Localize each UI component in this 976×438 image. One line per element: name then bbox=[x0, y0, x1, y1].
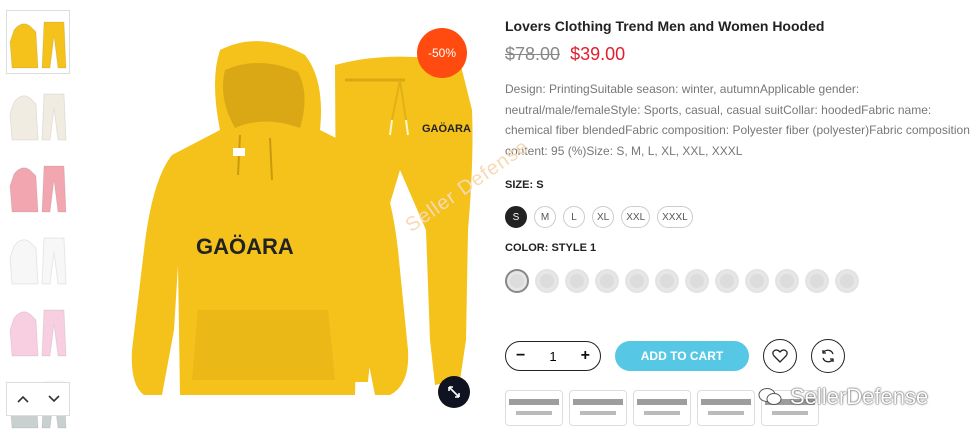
color-swatch[interactable] bbox=[535, 269, 559, 293]
payment-card-icon bbox=[633, 390, 691, 426]
price-row: $78.00 $39.00 bbox=[505, 44, 965, 65]
color-swatch[interactable] bbox=[835, 269, 859, 293]
color-label-text: COLOR: bbox=[505, 242, 549, 254]
thumbnail-light-pink[interactable] bbox=[6, 298, 70, 362]
payment-card-icon bbox=[761, 390, 819, 426]
color-swatch[interactable] bbox=[775, 269, 799, 293]
color-selected-value: STYLE 1 bbox=[551, 242, 597, 254]
color-swatch[interactable] bbox=[505, 269, 529, 293]
payment-card-icon bbox=[697, 390, 755, 426]
thumbnail-strip bbox=[6, 10, 72, 430]
color-swatch[interactable] bbox=[745, 269, 769, 293]
refresh-icon[interactable] bbox=[811, 339, 845, 373]
increase-quantity-button[interactable]: + bbox=[581, 347, 590, 365]
size-option-xxxl[interactable]: XXXL bbox=[657, 206, 693, 228]
old-price: $78.00 bbox=[505, 44, 561, 64]
sale-price: $39.00 bbox=[570, 44, 626, 64]
thumbnail-cream[interactable] bbox=[6, 82, 70, 146]
size-option-xl[interactable]: XL bbox=[592, 206, 615, 228]
quantity-stepper: − + bbox=[505, 341, 601, 371]
chevron-down-icon[interactable] bbox=[38, 383, 69, 415]
size-option-s[interactable]: S bbox=[505, 206, 527, 228]
product-details: Lovers Clothing Trend Men and Women Hood… bbox=[505, 14, 970, 426]
color-swatch[interactable] bbox=[565, 269, 589, 293]
color-swatches bbox=[505, 269, 859, 293]
thumbnail-yellow[interactable] bbox=[6, 10, 70, 74]
color-swatch[interactable] bbox=[595, 269, 619, 293]
cart-row: − + ADD TO CART bbox=[505, 339, 845, 373]
heart-icon[interactable] bbox=[763, 339, 797, 373]
color-swatch[interactable] bbox=[685, 269, 709, 293]
expand-icon[interactable] bbox=[438, 376, 470, 408]
add-to-cart-button[interactable]: ADD TO CART bbox=[615, 341, 749, 371]
decrease-quantity-button[interactable]: − bbox=[516, 347, 525, 365]
size-option-m[interactable]: M bbox=[534, 206, 556, 228]
product-title: Lovers Clothing Trend Men and Women Hood… bbox=[505, 18, 825, 34]
color-swatch[interactable] bbox=[715, 269, 739, 293]
size-label: SIZE: S bbox=[505, 179, 544, 191]
color-swatch[interactable] bbox=[655, 269, 679, 293]
size-options: S M L XL XXL XXXL bbox=[505, 206, 693, 228]
thumbnail-nav bbox=[6, 382, 70, 416]
thumbnail-pink[interactable] bbox=[6, 154, 70, 218]
discount-badge: -50% bbox=[417, 28, 467, 78]
color-swatch[interactable] bbox=[805, 269, 829, 293]
color-label: COLOR: STYLE 1 bbox=[505, 242, 596, 254]
size-selected-value: S bbox=[536, 179, 544, 191]
payment-card-icon bbox=[569, 390, 627, 426]
payment-card-icon bbox=[505, 390, 563, 426]
product-description: Design: PrintingSuitable season: winter,… bbox=[505, 82, 970, 158]
thumbnail-white[interactable] bbox=[6, 226, 70, 290]
quantity-input[interactable] bbox=[536, 347, 570, 365]
hoodie-print: GAÖARA bbox=[196, 234, 294, 259]
svg-text:GAÖARA: GAÖARA bbox=[422, 122, 471, 135]
color-swatch[interactable] bbox=[625, 269, 649, 293]
chevron-up-icon[interactable] bbox=[7, 383, 38, 415]
size-option-l[interactable]: L bbox=[563, 206, 585, 228]
payment-icons bbox=[505, 390, 819, 426]
size-label-text: SIZE: bbox=[505, 179, 534, 191]
size-option-xxl[interactable]: XXL bbox=[621, 206, 651, 228]
